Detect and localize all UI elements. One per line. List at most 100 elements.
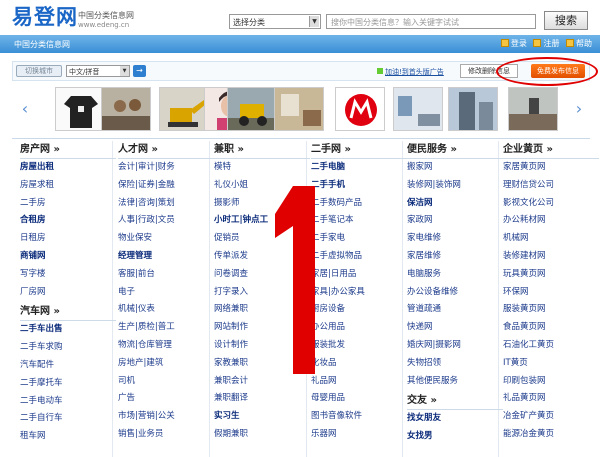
category-link[interactable]: 图书音像软件: [311, 408, 407, 426]
category-link[interactable]: 女找男: [407, 428, 503, 446]
thumb-building[interactable]: [448, 87, 498, 131]
category-link[interactable]: 生产|质检|普工: [118, 319, 214, 337]
category-link[interactable]: 二手车求购: [20, 339, 116, 357]
category-link[interactable]: 办公耗材网: [503, 212, 599, 230]
category-link[interactable]: 礼品黄页网: [503, 390, 599, 408]
thumb-room[interactable]: [274, 87, 324, 131]
category-link[interactable]: 快递网: [407, 319, 503, 337]
category-link[interactable]: 保险|证券|金融: [118, 177, 214, 195]
category-link[interactable]: 经理管理: [118, 248, 214, 266]
switch-city-button[interactable]: 切换城市: [16, 65, 62, 77]
category-link[interactable]: 厨房设备: [311, 301, 407, 319]
category-link[interactable]: 装修建材网: [503, 248, 599, 266]
category-link[interactable]: 二手摩托车: [20, 375, 116, 393]
thumb-clothing[interactable]: [55, 87, 105, 131]
section-heading[interactable]: 汽车网 »: [20, 303, 116, 322]
ad-link[interactable]: 加油!到首头版广告: [377, 67, 444, 77]
category-link[interactable]: 二手车出售: [20, 321, 116, 339]
category-link[interactable]: 日租房: [20, 230, 116, 248]
category-link[interactable]: 办公用品: [311, 319, 407, 337]
thumb-motorola[interactable]: [335, 87, 385, 131]
section-heading[interactable]: 二手网 »: [311, 141, 407, 159]
category-link[interactable]: 二手自行车: [20, 410, 116, 428]
thumb-excavator[interactable]: [159, 87, 209, 131]
search-button[interactable]: 搜索: [544, 11, 588, 30]
category-link[interactable]: 家居|日用品: [311, 266, 407, 284]
category-link[interactable]: 房地产|建筑: [118, 355, 214, 373]
category-link[interactable]: 食品黄页网: [503, 319, 599, 337]
help-link[interactable]: 帮助: [566, 39, 592, 48]
category-link[interactable]: 厂房网: [20, 284, 116, 302]
section-heading[interactable]: 便民服务 »: [407, 141, 503, 159]
login-link[interactable]: 登录: [500, 39, 527, 48]
category-link[interactable]: 市场|营销|公关: [118, 408, 214, 426]
category-link[interactable]: 家政网: [407, 212, 503, 230]
category-link[interactable]: 家居黄页网: [503, 159, 599, 177]
category-link[interactable]: 乐器网: [311, 426, 407, 444]
category-link[interactable]: 二手电脑: [311, 159, 407, 177]
section-heading[interactable]: 人才网 »: [118, 141, 214, 159]
category-link[interactable]: 实习生: [214, 408, 310, 426]
category-link[interactable]: 能源冶金黄页: [503, 426, 599, 444]
category-link[interactable]: 保洁网: [407, 195, 503, 213]
category-link[interactable]: 二手数码产品: [311, 195, 407, 213]
category-link[interactable]: 石油化工黄页: [503, 337, 599, 355]
category-link[interactable]: 服装批发: [311, 337, 407, 355]
category-link[interactable]: 服装黄页网: [503, 301, 599, 319]
category-link[interactable]: 法律|咨询|策划: [118, 195, 214, 213]
category-link[interactable]: 家具|办公家具: [311, 284, 407, 302]
category-link[interactable]: 失物招领: [407, 355, 503, 373]
category-link[interactable]: 理财信贷公司: [503, 177, 599, 195]
category-link[interactable]: 租车网: [20, 428, 116, 446]
category-link[interactable]: 兼职翻译: [214, 390, 310, 408]
category-link[interactable]: 其他便民服务: [407, 373, 503, 391]
category-link[interactable]: 玩具黄页网: [503, 266, 599, 284]
section-heading[interactable]: 企业黄页 »: [503, 141, 599, 159]
site-logo[interactable]: 易登网 中国分类信息网 www.edeng.cn: [12, 6, 134, 29]
category-link[interactable]: 合租房: [20, 212, 116, 230]
thumb-loader[interactable]: [227, 87, 277, 131]
section-heading[interactable]: 兼职 »: [214, 141, 310, 159]
category-link[interactable]: 冶金矿产黄页: [503, 408, 599, 426]
category-select[interactable]: 选择分类 ▼: [229, 14, 321, 29]
category-link[interactable]: 销售|业务员: [118, 426, 214, 444]
category-link[interactable]: 电脑服务: [407, 266, 503, 284]
category-link[interactable]: 人事|行政|文员: [118, 212, 214, 230]
category-link[interactable]: 影视文化公司: [503, 195, 599, 213]
category-link[interactable]: 环保网: [503, 284, 599, 302]
carousel-next-icon[interactable]: ›: [574, 100, 584, 118]
category-link[interactable]: 模特: [214, 159, 310, 177]
category-link[interactable]: 物业保安: [118, 230, 214, 248]
category-link[interactable]: 商铺网: [20, 248, 116, 266]
category-link[interactable]: 家居维修: [407, 248, 503, 266]
category-link[interactable]: 机械|仪表: [118, 301, 214, 319]
category-link[interactable]: 客服|前台: [118, 266, 214, 284]
register-link[interactable]: 注册: [533, 39, 559, 48]
section-heading[interactable]: 房产网 »: [20, 141, 116, 159]
category-link[interactable]: 化妆品: [311, 355, 407, 373]
category-link[interactable]: 二手电动车: [20, 393, 116, 411]
category-link[interactable]: 礼品网: [311, 373, 407, 391]
section-heading[interactable]: 交友 »: [407, 392, 503, 411]
category-link[interactable]: 司机: [118, 373, 214, 391]
category-link[interactable]: 二手家电: [311, 230, 407, 248]
category-link[interactable]: 写字楼: [20, 266, 116, 284]
category-link[interactable]: 母婴用品: [311, 390, 407, 408]
category-link[interactable]: 找女朋友: [407, 410, 503, 428]
category-link[interactable]: 汽车配件: [20, 357, 116, 375]
category-link[interactable]: IT黄页: [503, 355, 599, 373]
category-link[interactable]: 房屋求租: [20, 177, 116, 195]
go-button[interactable]: →: [133, 65, 146, 77]
category-link[interactable]: 电子: [118, 284, 214, 302]
category-link[interactable]: 搬家网: [407, 159, 503, 177]
category-link[interactable]: 房屋出租: [20, 159, 116, 177]
category-link[interactable]: 假期兼职: [214, 426, 310, 444]
category-link[interactable]: 办公设备维修: [407, 284, 503, 302]
category-link[interactable]: 物流|仓库管理: [118, 337, 214, 355]
category-link[interactable]: 会计|审计|财务: [118, 159, 214, 177]
category-link[interactable]: 家电维修: [407, 230, 503, 248]
category-link[interactable]: 装修网|装饰网: [407, 177, 503, 195]
category-link[interactable]: 二手手机: [311, 177, 407, 195]
category-link[interactable]: 广告: [118, 390, 214, 408]
category-link[interactable]: 印刷包装网: [503, 373, 599, 391]
